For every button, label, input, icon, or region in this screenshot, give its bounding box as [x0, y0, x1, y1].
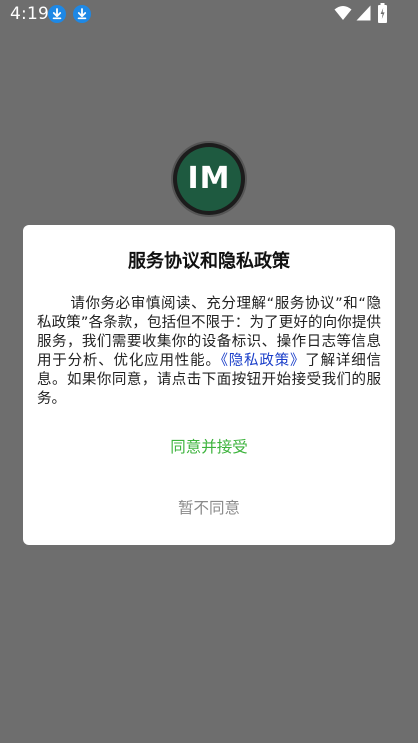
app-logo: IM	[173, 143, 245, 215]
battery-charging-icon	[378, 3, 387, 23]
download-icon	[73, 5, 91, 23]
privacy-policy-link[interactable]: 《隐私政策》	[221, 353, 306, 369]
wifi-icon	[334, 6, 352, 20]
dialog-title: 服务协议和隐私政策	[128, 251, 290, 272]
status-bar: 4:19	[0, 0, 418, 28]
download-icon	[48, 5, 66, 23]
agree-button[interactable]: 同意并接受	[23, 435, 395, 457]
app-logo-text: IM	[177, 147, 241, 211]
privacy-agreement-dialog: 服务协议和隐私政策 请你务必审慎阅读、充分理解“服务协议”和“隐私政策”各条款，…	[23, 225, 395, 545]
status-time: 4:19	[10, 4, 49, 24]
dialog-body: 请你务必审慎阅读、充分理解“服务协议”和“隐私政策”各条款，包括但不限于：为了更…	[37, 295, 381, 409]
decline-button[interactable]: 暂不同意	[23, 496, 395, 518]
cellular-signal-icon	[356, 5, 371, 21]
